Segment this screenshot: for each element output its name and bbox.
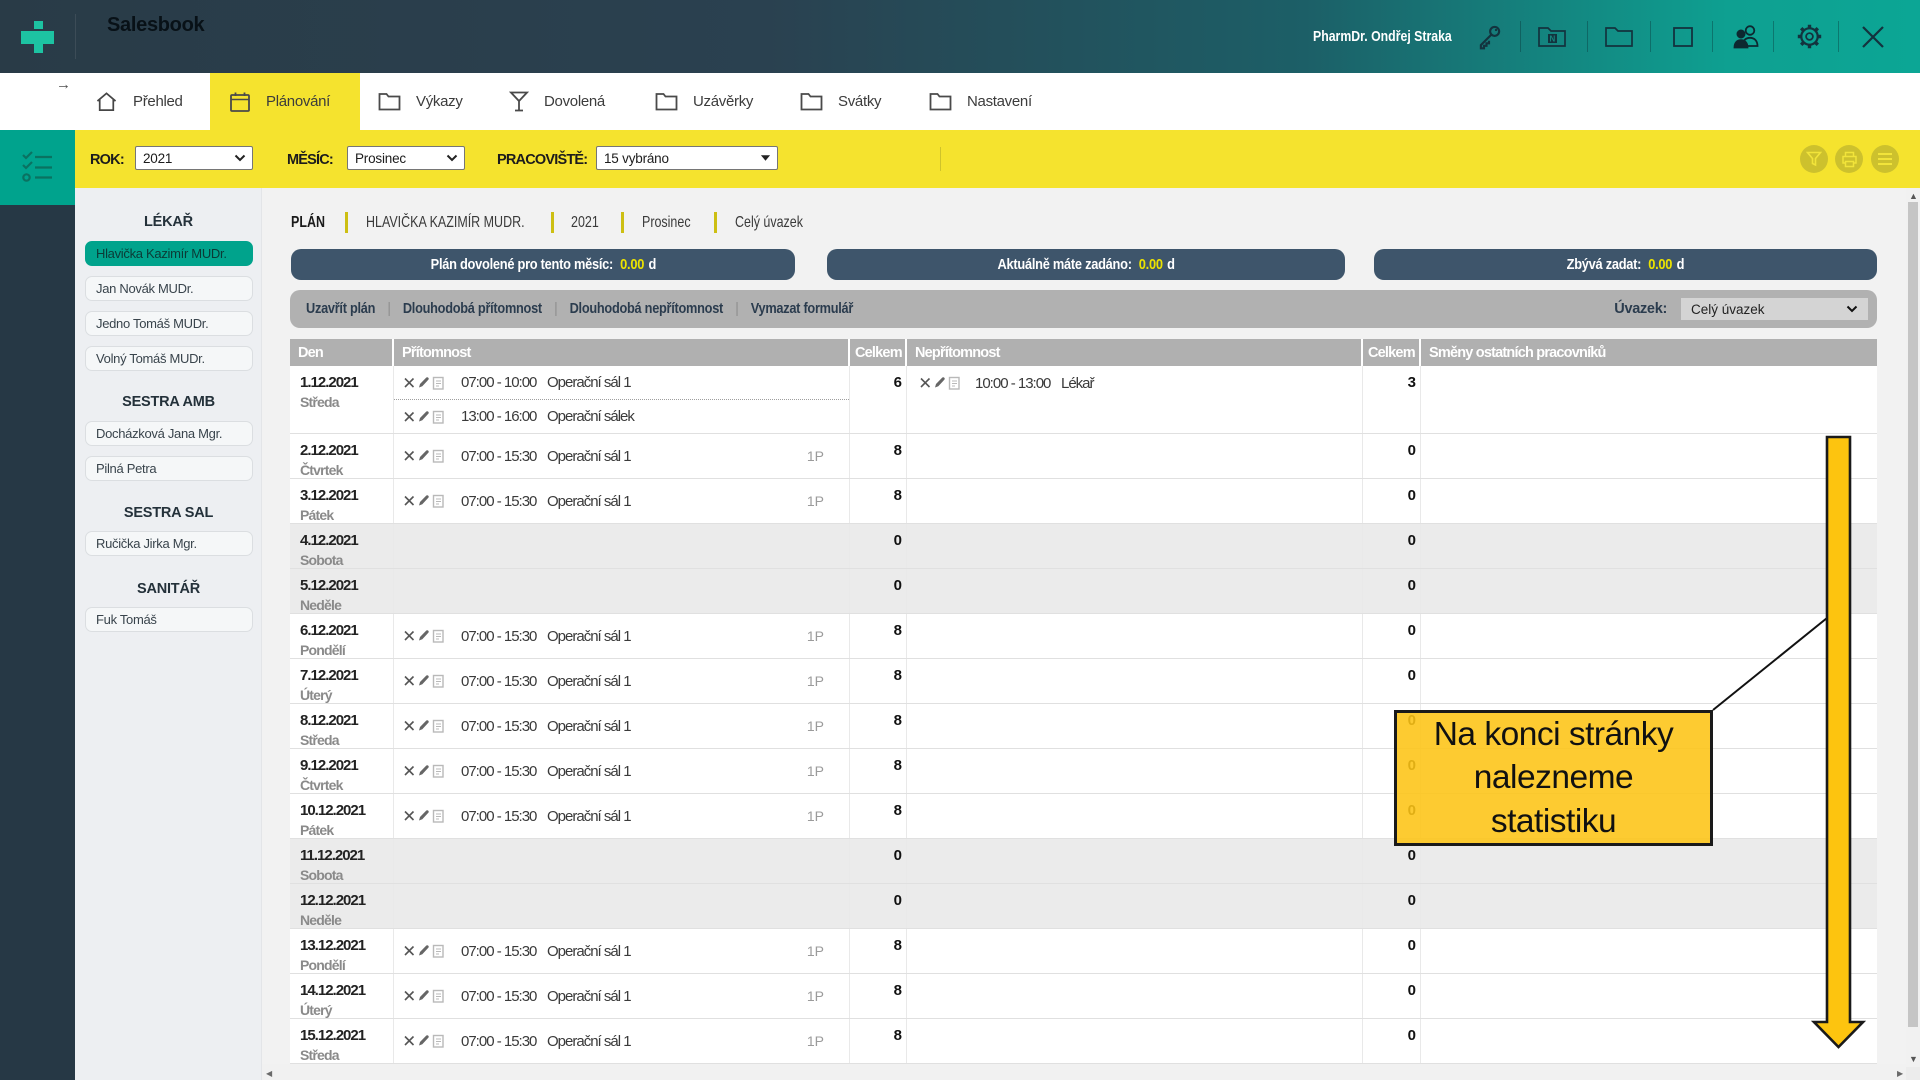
- svg-text:N: N: [1550, 34, 1556, 43]
